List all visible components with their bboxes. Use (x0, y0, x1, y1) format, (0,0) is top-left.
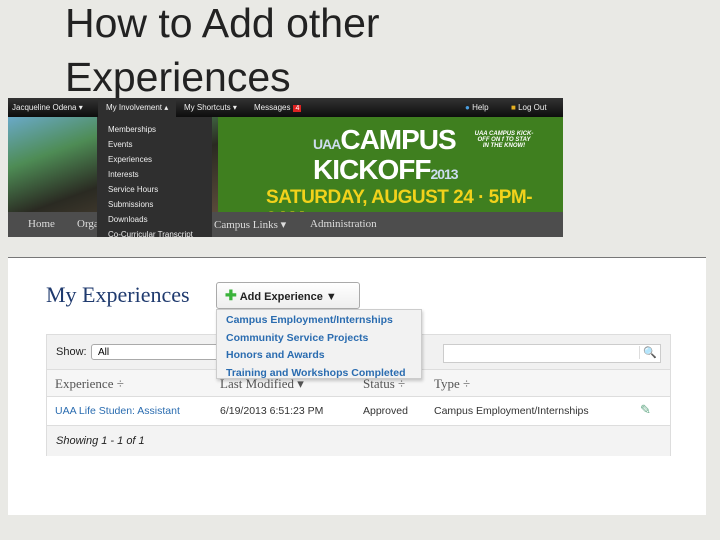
messages-link[interactable]: Messages 4 (254, 103, 302, 112)
edit-icon[interactable]: ✎ (640, 402, 651, 418)
table-row: UAA Life Studen: Assistant 6/19/2013 6:5… (47, 397, 670, 426)
menu-item-community-service[interactable]: Community Service Projects (217, 330, 421, 348)
add-experience-dropdown: Campus Employment/Internships Community … (216, 309, 422, 379)
menu-item-training-workshops[interactable]: Training and Workshops Completed (217, 365, 421, 383)
show-label: Show: (56, 346, 87, 358)
banner: UAACAMPUS KICKOFF2013 UAA CAMPUS KICK-OFF… (8, 117, 563, 230)
involvement-dropdown: Memberships Events Experiences Interests… (97, 117, 212, 239)
facebook-promo: UAA CAMPUS KICK-OFF ON f TO STAY IN THE … (474, 131, 534, 149)
menu-item-service-hours[interactable]: Service Hours (97, 182, 212, 197)
experience-link[interactable]: UAA Life Studen: Assistant (55, 405, 180, 417)
search-input[interactable]: 🔍 (443, 344, 661, 363)
message-count-badge: 4 (293, 105, 302, 112)
help-icon: ● (465, 103, 470, 112)
menu-item-experiences[interactable]: Experiences (97, 152, 212, 167)
nav-home[interactable]: Home (28, 218, 55, 230)
add-experience-button[interactable]: ✚ Add Experience ▼ (216, 282, 360, 309)
main-nav: Home Orga Campus Links ▾ Administration (8, 212, 563, 237)
cell-status: Approved (363, 405, 408, 417)
lock-icon: ■ (511, 103, 516, 112)
my-involvement-menu[interactable]: My Involvement ▴ (98, 98, 177, 117)
plus-icon: ✚ (225, 287, 237, 303)
nav-administration[interactable]: Administration (310, 218, 377, 230)
top-nav: Jacqueline Odena ▾ My Involvement ▴ My S… (8, 98, 563, 117)
banner-logo: UAACAMPUS KICKOFF2013 (313, 124, 459, 185)
logout-link[interactable]: ■ Log Out (511, 103, 547, 112)
col-type[interactable]: Type ÷ (434, 376, 470, 392)
menu-item-memberships[interactable]: Memberships (97, 122, 212, 137)
cell-type: Campus Employment/Internships (434, 405, 589, 417)
menu-item-events[interactable]: Events (97, 137, 212, 152)
user-menu[interactable]: Jacqueline Odena ▾ (12, 103, 83, 112)
menu-item-honors-awards[interactable]: Honors and Awards (217, 347, 421, 365)
screenshot-portal: Jacqueline Odena ▾ My Involvement ▴ My S… (8, 98, 563, 239)
page-title: My Experiences (46, 282, 190, 307)
col-experience[interactable]: Experience ÷ (55, 376, 124, 392)
screenshot-experiences: My Experiences ✚ Add Experience ▼ Show: A… (8, 257, 706, 515)
menu-item-transcript[interactable]: Co-Curricular Transcript (97, 227, 212, 242)
my-shortcuts-menu[interactable]: My Shortcuts ▾ (184, 103, 237, 112)
menu-item-submissions[interactable]: Submissions (97, 197, 212, 212)
search-icon[interactable]: 🔍 (639, 346, 657, 359)
show-filter-select[interactable]: All (91, 344, 221, 360)
menu-item-interests[interactable]: Interests (97, 167, 212, 182)
menu-item-campus-employment[interactable]: Campus Employment/Internships (217, 312, 421, 330)
nav-campus-links[interactable]: Campus Links ▾ (214, 218, 286, 231)
slide-title: How to Add other Experiences (65, 0, 380, 100)
cell-modified: 6/19/2013 6:51:23 PM (220, 405, 324, 417)
menu-item-downloads[interactable]: Downloads (97, 212, 212, 227)
help-link[interactable]: ● Help (465, 103, 489, 112)
table-footer: Showing 1 - 1 of 1 (47, 426, 670, 456)
nav-organizations[interactable]: Orga (77, 218, 99, 230)
